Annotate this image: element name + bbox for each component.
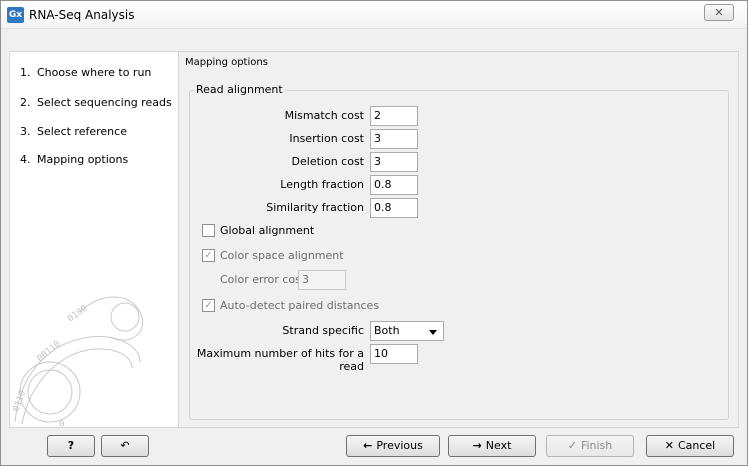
cancel-button[interactable]: ✕ Cancel xyxy=(646,435,734,457)
color-error-cost-label: Color error cost xyxy=(220,273,306,286)
color-error-cost-input[interactable]: 3 xyxy=(298,270,346,290)
arrow-left-icon: ← xyxy=(363,439,373,452)
checkbox-checked-icon[interactable]: ✓ xyxy=(202,248,215,262)
mismatch-cost-label: Mismatch cost xyxy=(284,109,364,122)
global-alignment-checkbox[interactable]: Global alignment xyxy=(202,223,315,238)
step-mapping-options: 4. Mapping options xyxy=(20,153,128,166)
x-icon: ✕ xyxy=(664,439,674,452)
previous-button[interactable]: ← Previous xyxy=(346,435,440,457)
window-title: RNA-Seq Analysis xyxy=(29,8,135,22)
checkbox-unchecked-icon[interactable] xyxy=(202,223,215,237)
max-hits-label: Maximum number of hits for a read xyxy=(196,347,364,373)
help-button[interactable]: ? xyxy=(47,435,95,457)
section-title: Mapping options xyxy=(185,57,268,68)
wizard-steps-panel: 1. Choose where to run 2. Select sequencin… xyxy=(9,51,179,428)
step-number: 1. xyxy=(20,66,31,79)
app-icon: Gx xyxy=(7,7,24,23)
close-button[interactable]: ✕ xyxy=(704,4,734,21)
insertion-cost-label: Insertion cost xyxy=(289,132,364,145)
title-bar: Gx RNA-Seq Analysis ✕ xyxy=(1,1,747,29)
similarity-fraction-input[interactable]: 0.8 xyxy=(370,198,418,218)
step-label: Select sequencing reads xyxy=(37,96,172,109)
decorative-swirl-logo: 0100 00110 0110 0 xyxy=(11,296,144,428)
checkmark-icon: ✓ xyxy=(567,439,577,452)
group-title: Read alignment xyxy=(194,83,285,96)
arrow-right-icon: → xyxy=(472,439,482,452)
checkbox-checked-icon[interactable]: ✓ xyxy=(202,298,215,312)
finish-button[interactable]: ✓ Finish xyxy=(546,435,634,457)
step-label: Mapping options xyxy=(37,153,129,166)
step-label: Choose where to run xyxy=(37,66,152,79)
help-label: ? xyxy=(67,439,75,452)
length-fraction-label: Length fraction xyxy=(280,178,364,191)
cancel-label: Cancel xyxy=(677,439,716,452)
deletion-cost-input[interactable]: 3 xyxy=(370,152,418,172)
color-space-alignment-label: Color space alignment xyxy=(220,249,344,262)
svg-text:0: 0 xyxy=(58,419,66,428)
step-select-reference: 3. Select reference xyxy=(20,125,127,138)
step-number: 4. xyxy=(20,153,31,166)
step-choose-where-to-run: 1. Choose where to run xyxy=(20,66,151,79)
content-panel: Mapping options Read alignment Mismatch … xyxy=(179,51,739,428)
global-alignment-label: Global alignment xyxy=(220,224,315,237)
auto-detect-paired-distances-checkbox[interactable]: ✓ Auto-detect paired distances xyxy=(202,298,380,313)
read-alignment-group: Read alignment Mismatch cost 2 Insertion… xyxy=(189,83,729,420)
strand-specific-value: Both xyxy=(374,324,400,337)
color-space-alignment-checkbox[interactable]: ✓ Color space alignment xyxy=(202,248,344,263)
dropdown-arrow-icon xyxy=(429,330,437,335)
previous-label: Previous xyxy=(376,439,423,452)
strand-specific-select[interactable]: Both xyxy=(370,321,444,341)
reset-button[interactable]: ↶ xyxy=(101,435,149,457)
deletion-cost-label: Deletion cost xyxy=(291,155,364,168)
step-number: 3. xyxy=(20,125,31,138)
auto-detect-label: Auto-detect paired distances xyxy=(220,299,380,312)
step-number: 2. xyxy=(20,96,31,109)
next-button[interactable]: → Next xyxy=(448,435,536,457)
finish-label: Finish xyxy=(580,439,613,452)
insertion-cost-input[interactable]: 3 xyxy=(370,129,418,149)
max-hits-input[interactable]: 10 xyxy=(370,344,418,364)
step-select-sequencing-reads: 2. Select sequencing reads xyxy=(20,96,172,109)
mismatch-cost-input[interactable]: 2 xyxy=(370,106,418,126)
step-label: Select reference xyxy=(37,125,127,138)
undo-arrow-icon: ↶ xyxy=(120,439,130,452)
svg-text:00110: 00110 xyxy=(36,339,63,364)
dialog-window: Gx RNA-Seq Analysis ✕ 1. Choose where to … xyxy=(0,0,748,466)
similarity-fraction-label: Similarity fraction xyxy=(266,201,364,214)
length-fraction-input[interactable]: 0.8 xyxy=(370,175,418,195)
next-label: Next xyxy=(485,439,512,452)
strand-specific-label: Strand specific xyxy=(282,324,364,337)
